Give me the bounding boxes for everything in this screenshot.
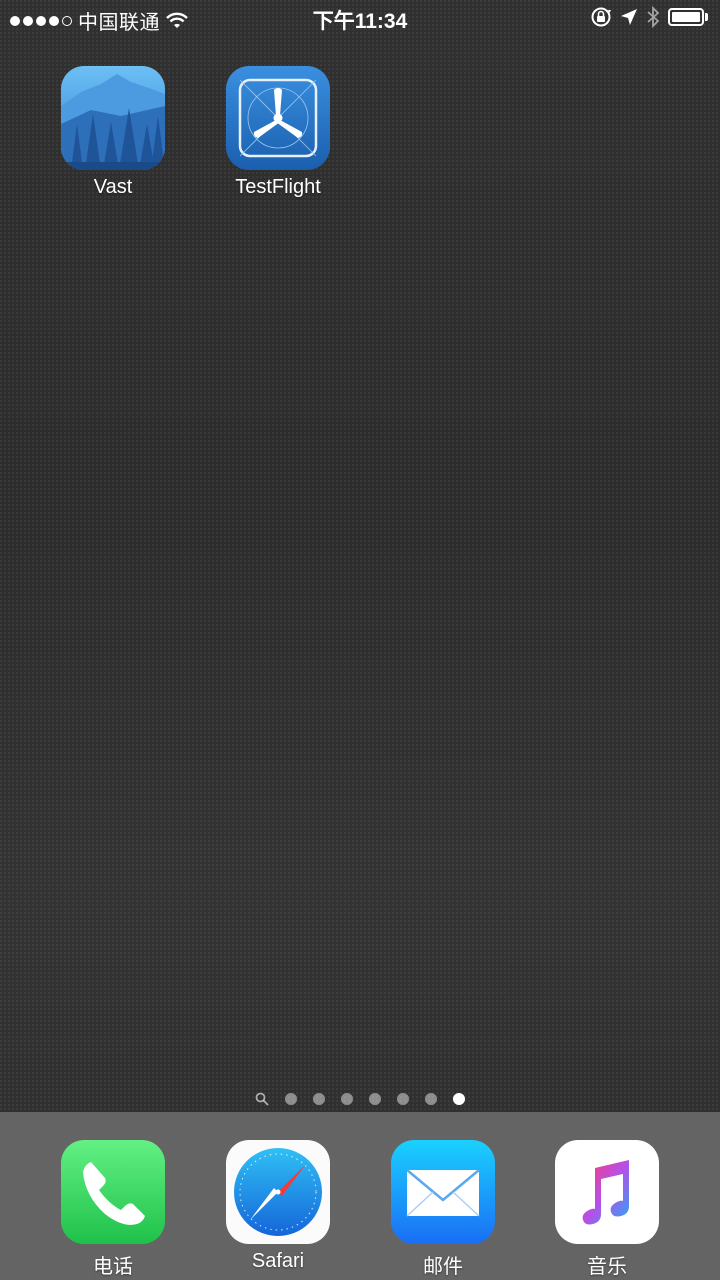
status-bar: 中国联通 下午11:34 [0, 0, 720, 36]
location-arrow-icon [621, 9, 637, 25]
music-note-icon[interactable] [555, 1140, 659, 1244]
page-dot[interactable] [341, 1093, 353, 1105]
page-dot-current[interactable] [453, 1093, 465, 1105]
page-dot[interactable] [369, 1093, 381, 1105]
bluetooth-icon [647, 6, 660, 28]
phone-icon[interactable] [61, 1140, 165, 1244]
page-indicator[interactable] [0, 1092, 720, 1106]
app-label: 音乐 [587, 1256, 627, 1278]
app-label: TestFlight [235, 176, 321, 198]
dock-app-safari[interactable]: Safari [203, 1140, 353, 1273]
search-icon[interactable] [255, 1092, 269, 1106]
app-label: Safari [251, 1250, 305, 1272]
app-label: 电话 [93, 1256, 133, 1278]
orientation-lock-icon [591, 7, 611, 27]
page-dot[interactable] [397, 1093, 409, 1105]
app-label: 邮件 [423, 1256, 463, 1278]
status-right [590, 6, 710, 28]
safari-compass-icon[interactable] [226, 1140, 330, 1244]
dock-app-music[interactable]: 音乐 [532, 1140, 682, 1279]
dock: 电话 Safari 邮件 音乐 [0, 1112, 720, 1280]
home-screen: 中国联通 下午11:34 Vast TestFlight 电话 Safari 邮… [0, 0, 720, 1280]
page-dot[interactable] [425, 1093, 437, 1105]
dock-app-mail[interactable]: 邮件 [368, 1140, 518, 1279]
vast-mountain-icon[interactable] [61, 66, 165, 170]
testflight-propeller-icon[interactable] [226, 66, 330, 170]
mail-icon[interactable] [391, 1140, 495, 1244]
page-dot[interactable] [285, 1093, 297, 1105]
app-vast[interactable]: Vast [38, 66, 188, 199]
page-dot[interactable] [313, 1093, 325, 1105]
app-testflight[interactable]: TestFlight [203, 66, 353, 199]
dock-app-phone[interactable]: 电话 [38, 1140, 188, 1279]
battery-icon [668, 8, 710, 26]
app-label: Vast [93, 176, 133, 198]
